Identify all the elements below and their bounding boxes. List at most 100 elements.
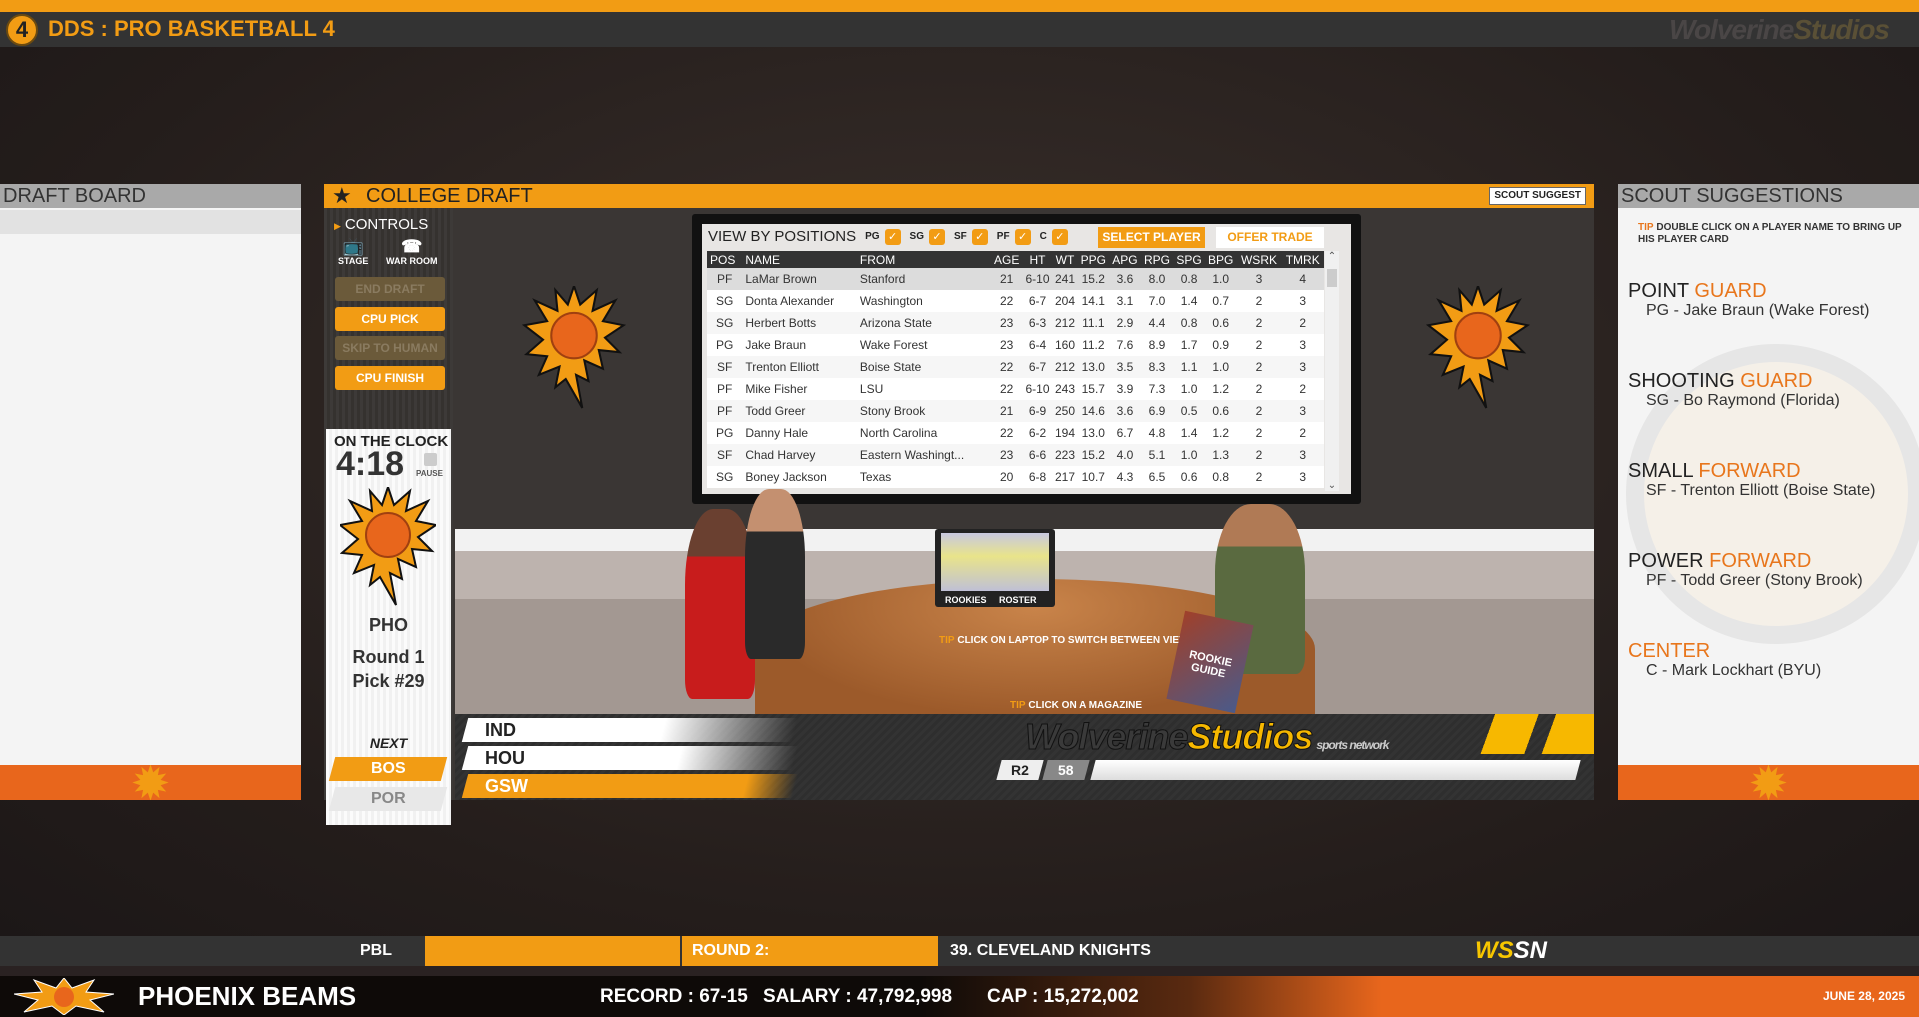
app-title: DDS : PRO BASKETBALL 4 bbox=[48, 16, 335, 41]
current-date: JUNE 28, 2025 bbox=[1822, 989, 1905, 1003]
cell-apg: 3.6 bbox=[1116, 272, 1134, 286]
cell-name[interactable]: Danny Hale bbox=[742, 422, 857, 444]
end-draft-button[interactable]: END DRAFT bbox=[335, 277, 445, 301]
column-header-name[interactable]: NAME bbox=[742, 251, 857, 268]
player-row[interactable]: SG Donta Alexander Washington 22 6-7 204 14.1 3… bbox=[707, 290, 1324, 312]
roster-view-label[interactable]: ROSTER bbox=[999, 595, 1037, 605]
cell-wsrk: 2 bbox=[1255, 404, 1263, 418]
player-row[interactable]: SG Boney Jackson Texas 20 6-8 217 10.7 4.3 6.5 0.… bbox=[707, 466, 1324, 488]
suggested-player[interactable]: SF - Trenton Elliott (Boise State) bbox=[1646, 482, 1875, 500]
cell-bpg: 0.8 bbox=[1212, 470, 1230, 484]
player-row[interactable]: PF Todd Greer Stony Brook 21 6-9 250 14.6 3.6 6.… bbox=[707, 400, 1324, 422]
player-row[interactable]: PF LaMar Brown Stanford 21 6-10 241 15.2 3.6 8.0… bbox=[707, 268, 1324, 290]
player-row[interactable]: SF Trenton Elliott Boise State 22 6-7 212 13.0… bbox=[707, 356, 1324, 378]
cell-age: 22 bbox=[999, 360, 1014, 374]
column-header-ht[interactable]: HT bbox=[1022, 251, 1053, 268]
scroll-up-icon[interactable]: ⌃ bbox=[1325, 251, 1339, 262]
rookies-view-label[interactable]: ROOKIES bbox=[945, 595, 987, 605]
team-record: RECORD : 67-15 bbox=[600, 986, 748, 1007]
cell-name[interactable]: Mike Fisher bbox=[742, 378, 857, 400]
cell-name[interactable]: Chad Harvey bbox=[742, 444, 857, 466]
column-header-apg[interactable]: APG bbox=[1109, 251, 1141, 268]
sf-checkbox[interactable]: ✓ bbox=[971, 228, 988, 245]
player-row[interactable]: PG Jake Braun Wake Forest 23 6-4 160 11.2 7.6 8.… bbox=[707, 334, 1324, 356]
cell-name[interactable]: Jake Braun bbox=[742, 334, 857, 356]
offer-trade-button[interactable]: OFFER TRADE bbox=[1216, 227, 1324, 248]
cell-wt: 243 bbox=[1054, 382, 1075, 396]
cell-pos: PF bbox=[717, 404, 733, 418]
cell-name[interactable]: Todd Greer bbox=[742, 400, 857, 422]
cell-apg: 3.1 bbox=[1116, 294, 1134, 308]
cell-ht: 6-10 bbox=[1025, 382, 1050, 396]
cell-ht: 6-3 bbox=[1028, 316, 1047, 330]
cell-from: Washington bbox=[859, 294, 923, 308]
column-header-bpg[interactable]: BPG bbox=[1204, 251, 1237, 268]
suggested-player[interactable]: PG - Jake Braun (Wake Forest) bbox=[1646, 302, 1869, 320]
cell-spg: 1.4 bbox=[1180, 426, 1198, 440]
college-draft-panel: ★ COLLEGE DRAFT SCOUT SUGGEST ▶ CONTROLS … bbox=[324, 184, 1594, 825]
cell-from: North Carolina bbox=[859, 426, 938, 440]
suggested-player[interactable]: C - Mark Lockhart (BYU) bbox=[1646, 662, 1821, 680]
sg-checkbox[interactable]: ✓ bbox=[929, 228, 945, 245]
wssn-logo: WSSN bbox=[1475, 937, 1548, 964]
cell-name[interactable]: Herbert Botts bbox=[742, 312, 857, 334]
scout-suggest-button[interactable]: SCOUT SUGGEST bbox=[1489, 187, 1586, 205]
cell-spg: 1.4 bbox=[1180, 294, 1198, 308]
suggested-player[interactable]: PF - Todd Greer (Stony Brook) bbox=[1646, 572, 1863, 590]
player-row[interactable]: SG Herbert Botts Arizona State 23 6-3 212 11.1… bbox=[707, 312, 1324, 334]
draft-board-row[interactable] bbox=[0, 210, 301, 234]
player-row[interactable]: PG Danny Hale North Carolina 22 6-2 194 13.0 6.… bbox=[707, 422, 1324, 444]
suggested-player[interactable]: SG - Bo Raymond (Florida) bbox=[1646, 392, 1840, 410]
scroll-down-icon[interactable]: ⌄ bbox=[1325, 480, 1339, 491]
column-header-from[interactable]: FROM bbox=[856, 251, 991, 268]
select-player-button[interactable]: SELECT PLAYER bbox=[1098, 227, 1205, 248]
cell-ht: 6-7 bbox=[1028, 360, 1047, 374]
pg-checkbox[interactable]: ✓ bbox=[884, 228, 901, 245]
pf-checkbox[interactable]: ✓ bbox=[1014, 228, 1031, 245]
cpu-pick-button[interactable]: CPU PICK bbox=[335, 307, 445, 331]
column-header-pos[interactable]: POS bbox=[707, 251, 743, 268]
player-row[interactable]: SF Chad Harvey Eastern Washingt... 23 6-6 223… bbox=[707, 444, 1324, 466]
war-room-button[interactable]: ☎ WAR ROOM bbox=[386, 238, 438, 267]
column-header-spg[interactable]: SPG bbox=[1173, 251, 1205, 268]
laptop-view-toggle[interactable]: ROOKIES ROSTER bbox=[935, 529, 1055, 607]
pause-checkbox[interactable] bbox=[424, 453, 437, 466]
phoenix-team-logo-icon bbox=[340, 487, 436, 606]
cell-bpg: 0.9 bbox=[1212, 338, 1230, 352]
column-header-age[interactable]: AGE bbox=[990, 251, 1023, 268]
table-scrollbar[interactable]: ⌃ ⌄ bbox=[1325, 251, 1339, 491]
scroll-thumb[interactable] bbox=[1327, 269, 1337, 287]
cell-name[interactable]: LaMar Brown bbox=[742, 268, 857, 290]
cell-name[interactable]: Boney Jackson bbox=[742, 466, 857, 488]
app-header: 4 DDS : PRO BASKETBALL 4 WolverineStudio… bbox=[0, 12, 1919, 47]
decorative-stripes bbox=[1434, 714, 1594, 754]
cell-wsrk: 2 bbox=[1255, 448, 1263, 462]
cell-rpg: 4.4 bbox=[1148, 316, 1166, 330]
skip-to-human-button[interactable]: SKIP TO HUMAN bbox=[335, 336, 445, 360]
cell-name[interactable]: Trenton Elliott bbox=[742, 356, 857, 378]
column-header-ppg[interactable]: PPG bbox=[1077, 251, 1110, 268]
cell-bpg: 1.0 bbox=[1212, 272, 1230, 286]
cell-wt: 241 bbox=[1054, 272, 1075, 286]
column-header-wsrk[interactable]: WSRK bbox=[1236, 251, 1282, 268]
player-row[interactable]: PF Mike Fisher LSU 22 6-10 243 15.7 3.9 7.3 1.0 1.… bbox=[707, 378, 1324, 400]
phoenix-logo-right-icon bbox=[1426, 286, 1530, 409]
ticker-round: R2 bbox=[996, 760, 1044, 780]
team-bar: PHOENIX BEAMS RECORD : 67-15 SALARY : 47… bbox=[0, 976, 1919, 1017]
ticker-message bbox=[1090, 760, 1581, 780]
c-checkbox[interactable]: ✓ bbox=[1051, 228, 1068, 245]
cell-wsrk: 2 bbox=[1255, 338, 1263, 352]
cell-pos: SF bbox=[717, 360, 733, 374]
cell-spg: 1.0 bbox=[1180, 382, 1198, 396]
cell-ht: 6-4 bbox=[1028, 338, 1047, 352]
cell-tmrk: 2 bbox=[1299, 382, 1307, 396]
cell-apg: 3.5 bbox=[1116, 360, 1134, 374]
view-by-positions: VIEW BY POSITIONS PG ✓ SG ✓ SF ✓ PF ✓ C ✓ bbox=[708, 228, 1068, 245]
cell-name[interactable]: Donta Alexander bbox=[742, 290, 857, 312]
column-header-tmrk[interactable]: TMRK bbox=[1281, 251, 1324, 268]
stage-button[interactable]: 📺 STAGE bbox=[338, 238, 368, 267]
column-header-rpg[interactable]: RPG bbox=[1140, 251, 1174, 268]
column-header-wt[interactable]: WT bbox=[1052, 251, 1078, 268]
cell-wt: 212 bbox=[1054, 360, 1075, 374]
cpu-finish-button[interactable]: CPU FINISH bbox=[335, 366, 445, 390]
